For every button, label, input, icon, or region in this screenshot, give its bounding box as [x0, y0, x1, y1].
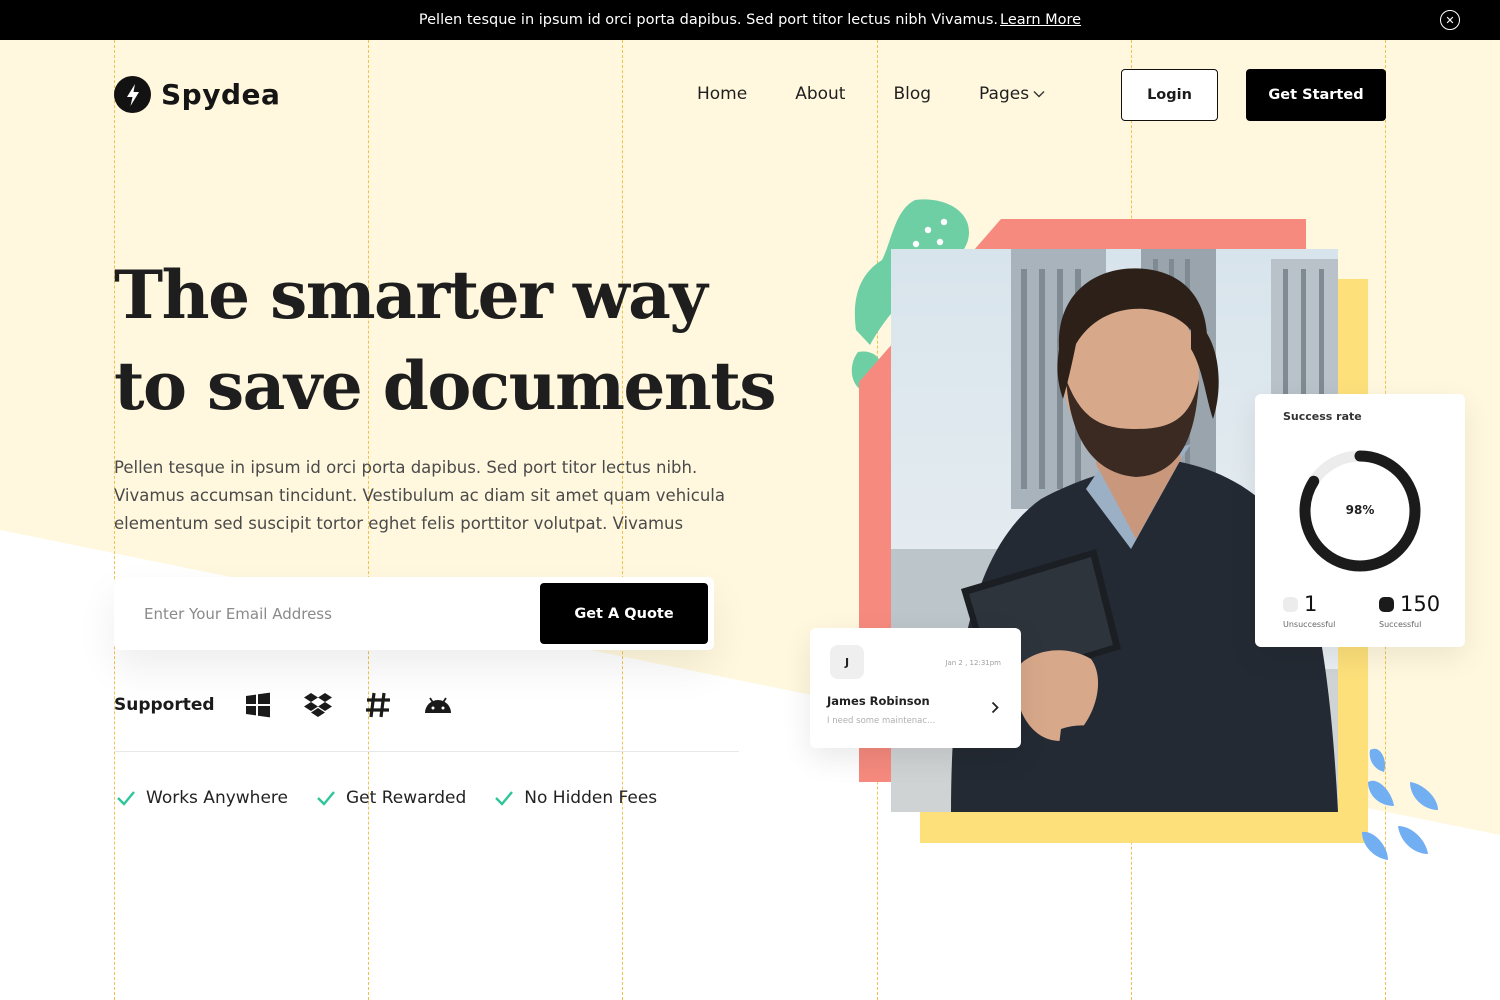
hero-title-line-2: to save documents	[114, 347, 777, 425]
successful-stat: 150	[1379, 592, 1440, 616]
unsuccessful-stat: 1	[1283, 592, 1317, 616]
message-card[interactable]: J Jan 2 , 12:31pm James Robinson I need …	[810, 628, 1021, 748]
login-button[interactable]: Login	[1121, 69, 1218, 121]
nav-item-home[interactable]: Home	[697, 84, 747, 104]
email-quote-form: Get A Quote	[114, 577, 714, 650]
close-icon[interactable]: ✕	[1440, 10, 1460, 30]
chevron-down-icon	[1033, 91, 1045, 98]
get-quote-button[interactable]: Get A Quote	[540, 583, 708, 644]
windows-icon	[243, 690, 273, 720]
announcement-bar: Pellen tesque in ipsum id orci porta dap…	[0, 0, 1500, 40]
feature-item: Get Rewarded	[316, 788, 466, 808]
successful-value: 150	[1400, 592, 1441, 616]
hero-description: Pellen tesque in ipsum id orci porta dap…	[114, 458, 725, 533]
nav-item-blog[interactable]: Blog	[893, 84, 931, 104]
feature-item: No Hidden Fees	[494, 788, 657, 808]
hero-title-line-1: The smarter way	[114, 256, 708, 334]
feature-label: Works Anywhere	[146, 788, 288, 808]
message-date: Jan 2 , 12:31pm	[945, 659, 1001, 667]
feature-item: Works Anywhere	[116, 788, 288, 808]
success-rate-card: Success rate 98% 1 Unsuccessful 150 Succ…	[1255, 394, 1465, 647]
success-rate-title: Success rate	[1283, 410, 1362, 423]
brand-name: Spydea	[161, 78, 281, 111]
check-icon	[117, 791, 135, 806]
chevron-right-icon[interactable]	[991, 701, 999, 714]
success-percent: 98%	[1345, 503, 1375, 517]
email-input[interactable]	[144, 577, 524, 650]
nav-item-pages-label: Pages	[979, 84, 1030, 104]
supported-platforms: Supported	[114, 690, 483, 720]
feature-label: Get Rewarded	[346, 788, 467, 808]
avatar: J	[830, 645, 864, 679]
unsuccessful-label: Unsuccessful	[1283, 620, 1336, 629]
announcement-text: Pellen tesque in ipsum id orci porta dap…	[418, 12, 998, 28]
successful-dot	[1379, 596, 1394, 612]
android-icon	[423, 690, 453, 720]
nav-item-pages[interactable]: Pages	[979, 84, 1045, 104]
check-icon	[317, 791, 335, 806]
feature-label: No Hidden Fees	[524, 788, 658, 808]
feature-list: Works Anywhere Get Rewarded No Hidden Fe…	[116, 788, 657, 808]
hashtag-icon	[363, 690, 393, 720]
nav-item-about[interactable]: About	[795, 84, 845, 104]
learn-more-link[interactable]: Learn More	[1000, 12, 1081, 28]
successful-label: Successful	[1379, 620, 1422, 629]
check-icon	[495, 791, 514, 806]
unsuccessful-value: 1	[1304, 592, 1318, 616]
main-nav: Home About Blog Pages	[697, 84, 1045, 104]
brand-logo[interactable]: Spydea	[114, 76, 280, 113]
get-started-button[interactable]: Get Started	[1246, 69, 1386, 121]
hero-title: The smarter way to save documents	[114, 250, 834, 432]
dropbox-icon	[303, 690, 333, 720]
lightning-bolt-icon	[114, 76, 151, 113]
site-header: Spydea Home About Blog Pages Login Get S…	[0, 40, 1500, 150]
unsuccessful-dot	[1283, 596, 1298, 612]
message-preview: I need some maintenac...	[827, 716, 936, 726]
message-sender-name: James Robinson	[827, 694, 930, 708]
supported-label: Supported	[114, 695, 215, 715]
divider	[114, 751, 739, 752]
